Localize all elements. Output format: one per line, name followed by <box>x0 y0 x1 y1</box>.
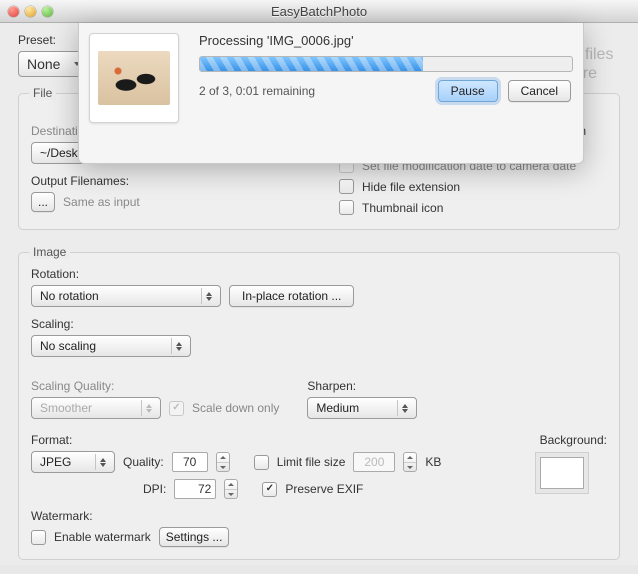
format-popup[interactable]: JPEG <box>31 451 115 473</box>
window: EasyBatchPhoto Preset: None drop files h… <box>0 0 638 565</box>
rotation-label: Rotation: <box>31 267 607 281</box>
watermark-label: Watermark: <box>31 509 607 523</box>
limit-filesize-checkbox[interactable] <box>254 455 269 470</box>
format-value: JPEG <box>40 455 71 469</box>
minimize-icon[interactable] <box>25 6 36 17</box>
quality-field[interactable]: 70 <box>172 452 208 472</box>
quality-stepper[interactable] <box>216 452 230 472</box>
output-filenames-button[interactable]: ... <box>31 192 55 212</box>
image-group: Image Rotation: No rotation In-place rot… <box>18 252 620 560</box>
scaling-popup[interactable]: No scaling <box>31 335 191 357</box>
scaling-quality-popup: Smoother <box>31 397 161 419</box>
scaling-quality-label: Scaling Quality: <box>31 379 279 393</box>
stepper-arrows-icon <box>141 400 156 416</box>
cancel-button[interactable]: Cancel <box>508 80 571 102</box>
limit-filesize-field: 200 <box>353 452 395 472</box>
hide-ext-checkbox[interactable] <box>339 179 354 194</box>
progress-bar <box>199 56 573 72</box>
preview-thumbnail <box>89 33 179 123</box>
stepper-arrows-icon <box>201 288 216 304</box>
preview-image <box>98 51 170 105</box>
zoom-icon[interactable] <box>42 6 53 17</box>
dpi-label: DPI: <box>143 482 166 496</box>
scaling-quality-value: Smoother <box>40 401 92 415</box>
sharpen-value: Medium <box>316 401 359 415</box>
file-opt-hide-ext[interactable]: Hide file extension <box>339 179 607 194</box>
thumb-label: Thumbnail icon <box>362 201 443 215</box>
limit-filesize-unit: KB <box>425 455 441 469</box>
scaling-value: No scaling <box>40 339 96 353</box>
sharpen-popup[interactable]: Medium <box>307 397 417 419</box>
output-filenames-value: Same as input <box>63 195 140 209</box>
file-opt-thumb[interactable]: Thumbnail icon <box>339 200 607 215</box>
titlebar: EasyBatchPhoto <box>0 0 638 23</box>
background-label: Background: <box>540 433 607 447</box>
dpi-field[interactable]: 72 <box>174 479 216 499</box>
quality-label: Quality: <box>123 455 164 469</box>
dpi-stepper[interactable] <box>224 479 238 499</box>
progress-heading: Processing 'IMG_0006.jpg' <box>199 33 571 48</box>
rotation-popup[interactable]: No rotation <box>31 285 221 307</box>
background-swatch[interactable] <box>540 457 584 489</box>
preserve-exif-checkbox[interactable]: ✓ <box>262 482 277 497</box>
stepper-arrows-icon <box>171 338 186 354</box>
progress-fill <box>200 57 423 71</box>
file-legend: File <box>29 86 56 100</box>
scale-down-only-label: Scale down only <box>192 401 279 415</box>
stepper-arrows-icon <box>397 400 412 416</box>
close-icon[interactable] <box>8 6 19 17</box>
scaling-label: Scaling: <box>31 317 607 331</box>
inplace-rotation-button[interactable]: In-place rotation ... <box>229 285 354 307</box>
hide-ext-label: Hide file extension <box>362 180 460 194</box>
progress-status: 2 of 3, 0:01 remaining <box>199 84 315 98</box>
pause-button[interactable]: Pause <box>438 80 498 102</box>
rotation-value: No rotation <box>40 289 99 303</box>
watermark-settings-button[interactable]: Settings ... <box>159 527 230 547</box>
thumb-checkbox[interactable] <box>339 200 354 215</box>
traffic-lights <box>8 6 53 17</box>
format-label: Format: <box>31 433 510 447</box>
enable-watermark-label: Enable watermark <box>54 530 151 544</box>
preserve-exif-label: Preserve EXIF <box>285 482 363 496</box>
progress-sheet: Processing 'IMG_0006.jpg' 2 of 3, 0:01 r… <box>78 23 584 164</box>
output-filenames-label: Output Filenames: <box>31 174 331 188</box>
sharpen-label: Sharpen: <box>307 379 417 393</box>
enable-watermark-checkbox[interactable] <box>31 530 46 545</box>
image-legend: Image <box>29 245 70 259</box>
limit-filesize-stepper <box>403 452 417 472</box>
limit-filesize-label: Limit file size <box>277 455 346 469</box>
stepper-arrows-icon <box>95 454 110 470</box>
preset-value: None <box>19 56 68 72</box>
window-title: EasyBatchPhoto <box>0 4 638 19</box>
scale-down-only-checkbox: ✓ <box>169 401 184 416</box>
